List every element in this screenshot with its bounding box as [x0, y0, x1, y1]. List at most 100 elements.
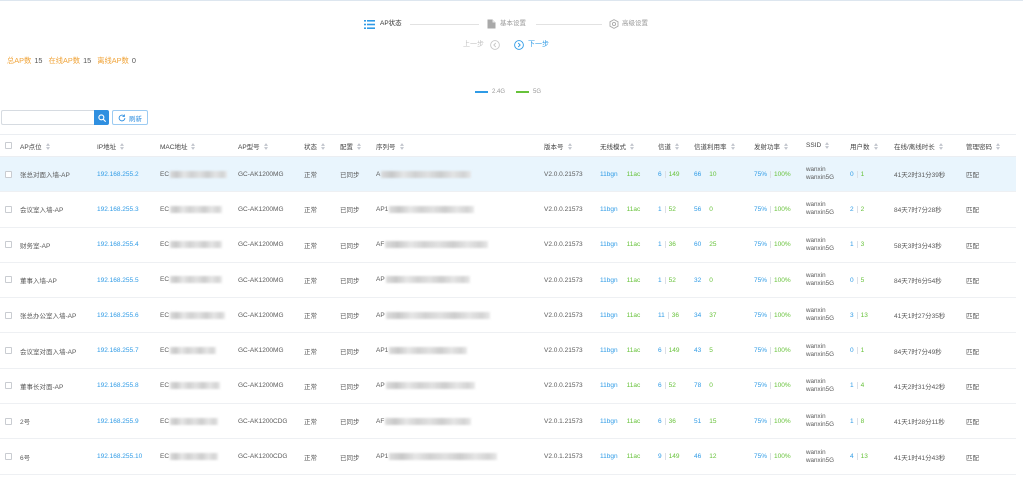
column-label: 在线/离线时长	[894, 143, 935, 151]
sort-icon[interactable]	[938, 143, 943, 151]
refresh-button[interactable]: 刷新	[112, 110, 148, 125]
sort-icon[interactable]	[730, 143, 735, 151]
column-header-config[interactable]: 配置	[337, 134, 373, 157]
step-connector	[410, 24, 479, 25]
column-header-tx-power[interactable]: 发射功率	[751, 134, 803, 157]
redacted-mac-blur	[170, 347, 217, 355]
table-row[interactable]: 董事入墙-AP 192.168.255.5 EC GC-AK1200MG 正常 已同步 AP…	[0, 263, 1016, 299]
ip-address-link[interactable]: 192.168.255.8	[97, 382, 139, 389]
row-checkbox[interactable]	[5, 311, 12, 319]
table-row[interactable]: 会议室入墙-AP 192.168.255.3 EC GC-AK1200MG 正常 已同步 A…	[0, 192, 1016, 228]
circle-arrow-right-icon[interactable]	[514, 39, 524, 50]
sort-icon[interactable]	[45, 143, 50, 151]
user-count-cell: 13	[847, 228, 891, 263]
step-label-ap-status[interactable]: AP状态	[380, 20, 402, 28]
sort-icon[interactable]	[567, 143, 572, 151]
table-row[interactable]: 财务室-AP 192.168.255.4 EC GC-AK1200MG 正常 已同步 AF V…	[0, 228, 1016, 263]
step-ap-status[interactable]	[364, 20, 375, 29]
prev-step-button[interactable]: 上一步	[463, 40, 484, 49]
channel-2g: 1	[658, 205, 662, 213]
row-checkbox[interactable]	[5, 452, 12, 460]
sort-icon[interactable]	[399, 143, 404, 151]
row-checkbox[interactable]	[5, 241, 12, 249]
column-header-channel[interactable]: 信道	[655, 134, 691, 157]
circle-arrow-left-icon[interactable]	[490, 39, 500, 50]
ssid-2g: wanxin	[806, 236, 826, 244]
sort-icon[interactable]	[357, 143, 361, 151]
table-row[interactable]: 董事长对面-AP 192.168.255.8 EC GC-AK1200MG 正常 已同步 A…	[0, 369, 1016, 405]
wireless-mode-cell: 11bgn 11ac	[597, 192, 655, 228]
channel-util-2g: 56	[694, 205, 702, 213]
sort-icon[interactable]	[120, 143, 125, 151]
ssid-2g: wanxin	[806, 342, 826, 350]
table-row[interactable]: 6号 192.168.255.10 EC GC-AK1200CDG 正常 已同步 AP1 V2…	[0, 439, 1016, 475]
mac-address: EC	[160, 417, 170, 425]
mac-cell: EC	[157, 263, 235, 299]
step-basic-settings[interactable]	[487, 19, 496, 29]
table-row[interactable]: 张总办公室入墙-AP 192.168.255.6 EC GC-AK1200MG 正常 已同…	[0, 298, 1016, 334]
mac-cell: EC	[157, 228, 235, 263]
row-checkbox[interactable]	[5, 205, 12, 213]
sort-icon[interactable]	[825, 142, 830, 149]
ip-address-link[interactable]: 192.168.255.10	[97, 453, 142, 460]
sort-icon[interactable]	[191, 143, 196, 151]
ip-address-link[interactable]: 192.168.255.2	[97, 171, 139, 178]
search-input[interactable]	[1, 110, 94, 125]
column-header-user-count[interactable]: 用户数	[847, 134, 891, 157]
column-header-admin-password[interactable]: 管理密码	[963, 134, 1016, 157]
column-header-ssid[interactable]: SSID	[803, 134, 847, 157]
row-checkbox[interactable]	[5, 417, 12, 425]
sort-icon[interactable]	[996, 143, 1000, 151]
channel-util-cell: 51 15	[691, 404, 751, 440]
column-header-ip[interactable]: IP地址	[94, 134, 157, 157]
row-checkbox[interactable]	[5, 170, 12, 178]
status-cell: 正常	[301, 333, 337, 369]
sort-icon[interactable]	[263, 143, 268, 151]
sort-icon[interactable]	[873, 143, 878, 151]
column-header-version[interactable]: 版本号	[541, 134, 597, 157]
tx-power-5g: 100%	[770, 347, 791, 355]
ip-address-link[interactable]: 192.168.255.7	[97, 347, 139, 354]
serial-number: AP	[376, 382, 385, 390]
column-header-model[interactable]: AP型号	[235, 134, 301, 157]
table-row[interactable]: 张总对面入墙-AP 192.168.255.2 EC GC-AK1200MG 正常 已同步…	[0, 157, 1016, 193]
column-header-ap-location[interactable]: AP点位	[17, 134, 94, 157]
ip-address-link[interactable]: 192.168.255.4	[97, 241, 139, 248]
sort-icon[interactable]	[321, 143, 325, 151]
ip-cell: 192.168.255.3	[94, 192, 157, 228]
step-advanced-settings[interactable]	[609, 19, 619, 29]
row-checkbox[interactable]	[5, 382, 12, 390]
mode-2g: 11bgn	[600, 453, 618, 461]
users-5g: 13	[856, 311, 868, 319]
step-label-basic-settings[interactable]: 基本设置	[500, 20, 526, 28]
search-button[interactable]	[94, 110, 109, 125]
row-checkbox[interactable]	[5, 276, 12, 284]
ip-address-link[interactable]: 192.168.255.9	[97, 418, 139, 425]
tx-power-5g: 100%	[770, 382, 791, 390]
sort-icon[interactable]	[630, 143, 634, 151]
column-header-online-duration[interactable]: 在线/离线时长	[891, 134, 963, 157]
ip-address-link[interactable]: 192.168.255.5	[97, 277, 139, 284]
channel-cell: 9 149	[655, 439, 691, 475]
row-select-cell	[0, 404, 17, 440]
table-row[interactable]: 2号 192.168.255.9 EC GC-AK1200CDG 正常 已同步 AF V2.0…	[0, 404, 1016, 440]
mode-5g: 11ac	[626, 276, 641, 284]
column-header-serial[interactable]: 序列号	[373, 134, 541, 157]
sort-icon[interactable]	[675, 143, 679, 151]
next-step-button[interactable]: 下一步	[528, 40, 549, 49]
wireless-mode-cell: 11bgn 11ac	[597, 157, 655, 193]
ap-status: 正常	[304, 419, 317, 427]
table-row[interactable]: 会议室对面入墙-AP 192.168.255.7 EC GC-AK1200MG 正常 已同…	[0, 333, 1016, 369]
sort-icon[interactable]	[784, 143, 788, 151]
ip-address-link[interactable]: 192.168.255.3	[97, 206, 139, 213]
step-label-advanced-settings[interactable]: 高级设置	[622, 20, 648, 28]
column-header-status[interactable]: 状态	[301, 134, 337, 157]
row-checkbox[interactable]	[5, 347, 12, 355]
column-header-mac[interactable]: MAC地址	[157, 134, 235, 157]
column-header-channel-utilization[interactable]: 信道利用率	[691, 134, 751, 157]
wireless-mode-cell: 11bgn 11ac	[597, 439, 655, 475]
ip-address-link[interactable]: 192.168.255.6	[97, 312, 139, 319]
select-all-checkbox[interactable]	[5, 141, 12, 149]
users-5g: 1	[856, 347, 865, 355]
column-header-wireless-mode[interactable]: 无线模式	[597, 134, 655, 157]
